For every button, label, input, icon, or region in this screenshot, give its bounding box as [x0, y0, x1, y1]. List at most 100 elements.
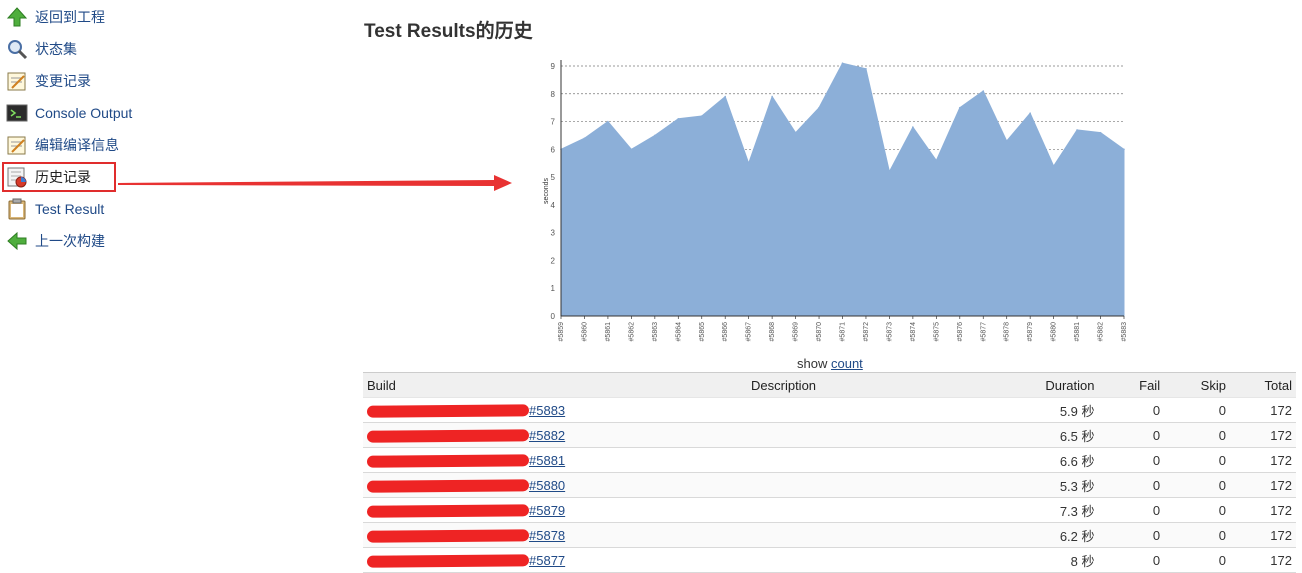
x-tick-label: #5874 — [910, 322, 917, 342]
fail-cell: 0 — [1098, 397, 1165, 423]
redacted-job-name — [366, 479, 530, 493]
data-point — [677, 117, 680, 120]
redacted-job-name — [366, 554, 530, 568]
build-link[interactable]: #5882 — [529, 428, 565, 443]
y-tick-label: 0 — [551, 312, 556, 321]
header-fail[interactable]: Fail — [1098, 372, 1165, 398]
duration-cell: 5.9 秒 — [1012, 397, 1099, 423]
header-duration[interactable]: Duration — [1012, 372, 1099, 398]
x-tick-label: #5873 — [886, 322, 893, 342]
skip-cell: 0 — [1164, 547, 1230, 573]
x-tick-label: #5875 — [933, 322, 940, 342]
header-skip[interactable]: Skip — [1164, 372, 1230, 398]
data-point — [1099, 131, 1102, 134]
results-table: Build Description Duration Fail Skip Tot… — [363, 372, 1296, 573]
total-cell: 172 — [1229, 422, 1296, 448]
x-tick-label: #5876 — [957, 322, 964, 342]
header-total[interactable]: Total — [1229, 372, 1296, 398]
duration-cell: 6.5 秒 — [1012, 422, 1099, 448]
x-tick-label: #5864 — [675, 322, 682, 342]
data-point — [958, 106, 961, 109]
total-cell: 172 — [1229, 472, 1296, 498]
left-arrow-icon — [6, 230, 28, 252]
data-point — [1123, 148, 1125, 151]
data-point — [865, 67, 867, 70]
y-tick-label: 8 — [551, 90, 556, 99]
data-point — [888, 170, 891, 173]
fail-cell: 0 — [1098, 522, 1165, 548]
sidebar-item-previous-build[interactable]: 上一次构建 — [6, 228, 105, 254]
table-row: #5882 6.5 秒 0 0 172 — [363, 422, 1296, 448]
skip-cell: 0 — [1164, 447, 1230, 473]
chart-footer: show count — [797, 356, 863, 371]
header-build[interactable]: Build — [363, 372, 747, 398]
data-point — [982, 90, 985, 92]
sidebar-item-label: 上一次构建 — [35, 233, 105, 249]
y-tick-label: 6 — [551, 145, 556, 154]
x-tick-label: #5878 — [1004, 322, 1011, 342]
duration-cell: 7.3 秒 — [1012, 497, 1099, 523]
redacted-job-name — [366, 454, 530, 468]
chart-container: 0 1 2 3 4 5 6 7 8 9 seconds #5859 #5860 #5861 #5862 #58… — [536, 52, 1136, 358]
x-tick-label: #5863 — [652, 322, 659, 342]
build-link[interactable]: #5883 — [529, 403, 565, 418]
build-cell: #5877 — [363, 547, 747, 573]
build-cell: #5882 — [363, 422, 747, 448]
x-tick-label: #5877 — [980, 322, 987, 342]
x-tick-label: #5866 — [722, 322, 729, 342]
build-link[interactable]: #5878 — [529, 528, 565, 543]
redacted-job-name — [366, 504, 530, 518]
x-tick-label: #5867 — [746, 322, 753, 342]
description-cell — [747, 447, 1013, 473]
y-tick-label: 9 — [551, 62, 556, 71]
build-link[interactable]: #5881 — [529, 453, 565, 468]
skip-cell: 0 — [1164, 522, 1230, 548]
total-cell: 172 — [1229, 522, 1296, 548]
skip-cell: 0 — [1164, 397, 1230, 423]
x-tick-label: #5872 — [863, 322, 870, 342]
area-chart: 0 1 2 3 4 5 6 7 8 9 seconds #5859 #5860 #5861 #5862 #58… — [543, 60, 1128, 342]
redacted-job-name — [366, 529, 530, 543]
table-row: #5878 6.2 秒 0 0 172 — [363, 522, 1296, 548]
x-tick-label: #5865 — [699, 322, 706, 342]
x-tick-label: #5859 — [558, 322, 565, 342]
build-link[interactable]: #5880 — [529, 478, 565, 493]
skip-cell: 0 — [1164, 472, 1230, 498]
chart-footer-prefix: show — [797, 356, 828, 371]
build-link[interactable]: #5879 — [529, 503, 565, 518]
y-tick-label: 7 — [551, 118, 556, 127]
x-tick-label: #5883 — [1121, 322, 1128, 342]
fail-cell: 0 — [1098, 497, 1165, 523]
data-point — [771, 95, 773, 98]
description-cell — [747, 422, 1013, 448]
data-point — [818, 106, 820, 109]
data-point — [1029, 112, 1031, 115]
total-cell: 172 — [1229, 547, 1296, 573]
y-axis-label: seconds — [543, 177, 550, 204]
description-cell — [747, 472, 1013, 498]
build-cell: #5881 — [363, 447, 747, 473]
table-row: #5880 5.3 秒 0 0 172 — [363, 472, 1296, 498]
build-link[interactable]: #5877 — [529, 553, 565, 568]
table-header-row: Build Description Duration Fail Skip Tot… — [363, 372, 1296, 398]
build-cell: #5880 — [363, 472, 747, 498]
redacted-job-name — [366, 429, 530, 443]
data-point — [841, 62, 844, 65]
table-row: #5883 5.9 秒 0 0 172 — [363, 397, 1296, 423]
y-tick-label: 3 — [551, 229, 556, 238]
x-tick-label: #5862 — [628, 322, 635, 342]
data-point — [607, 120, 609, 123]
fail-cell: 0 — [1098, 422, 1165, 448]
show-count-link[interactable]: count — [831, 356, 863, 371]
data-point — [747, 162, 750, 165]
redacted-job-name — [366, 404, 530, 418]
x-tick-label: #5880 — [1051, 322, 1058, 342]
skip-cell: 0 — [1164, 497, 1230, 523]
x-tick-label: #5868 — [769, 322, 776, 342]
table-row: #5879 7.3 秒 0 0 172 — [363, 497, 1296, 523]
duration-cell: 5.3 秒 — [1012, 472, 1099, 498]
header-description[interactable]: Description — [747, 372, 1013, 398]
clipboard-icon — [6, 198, 28, 220]
data-point — [1052, 165, 1055, 167]
area-series — [560, 62, 1125, 317]
